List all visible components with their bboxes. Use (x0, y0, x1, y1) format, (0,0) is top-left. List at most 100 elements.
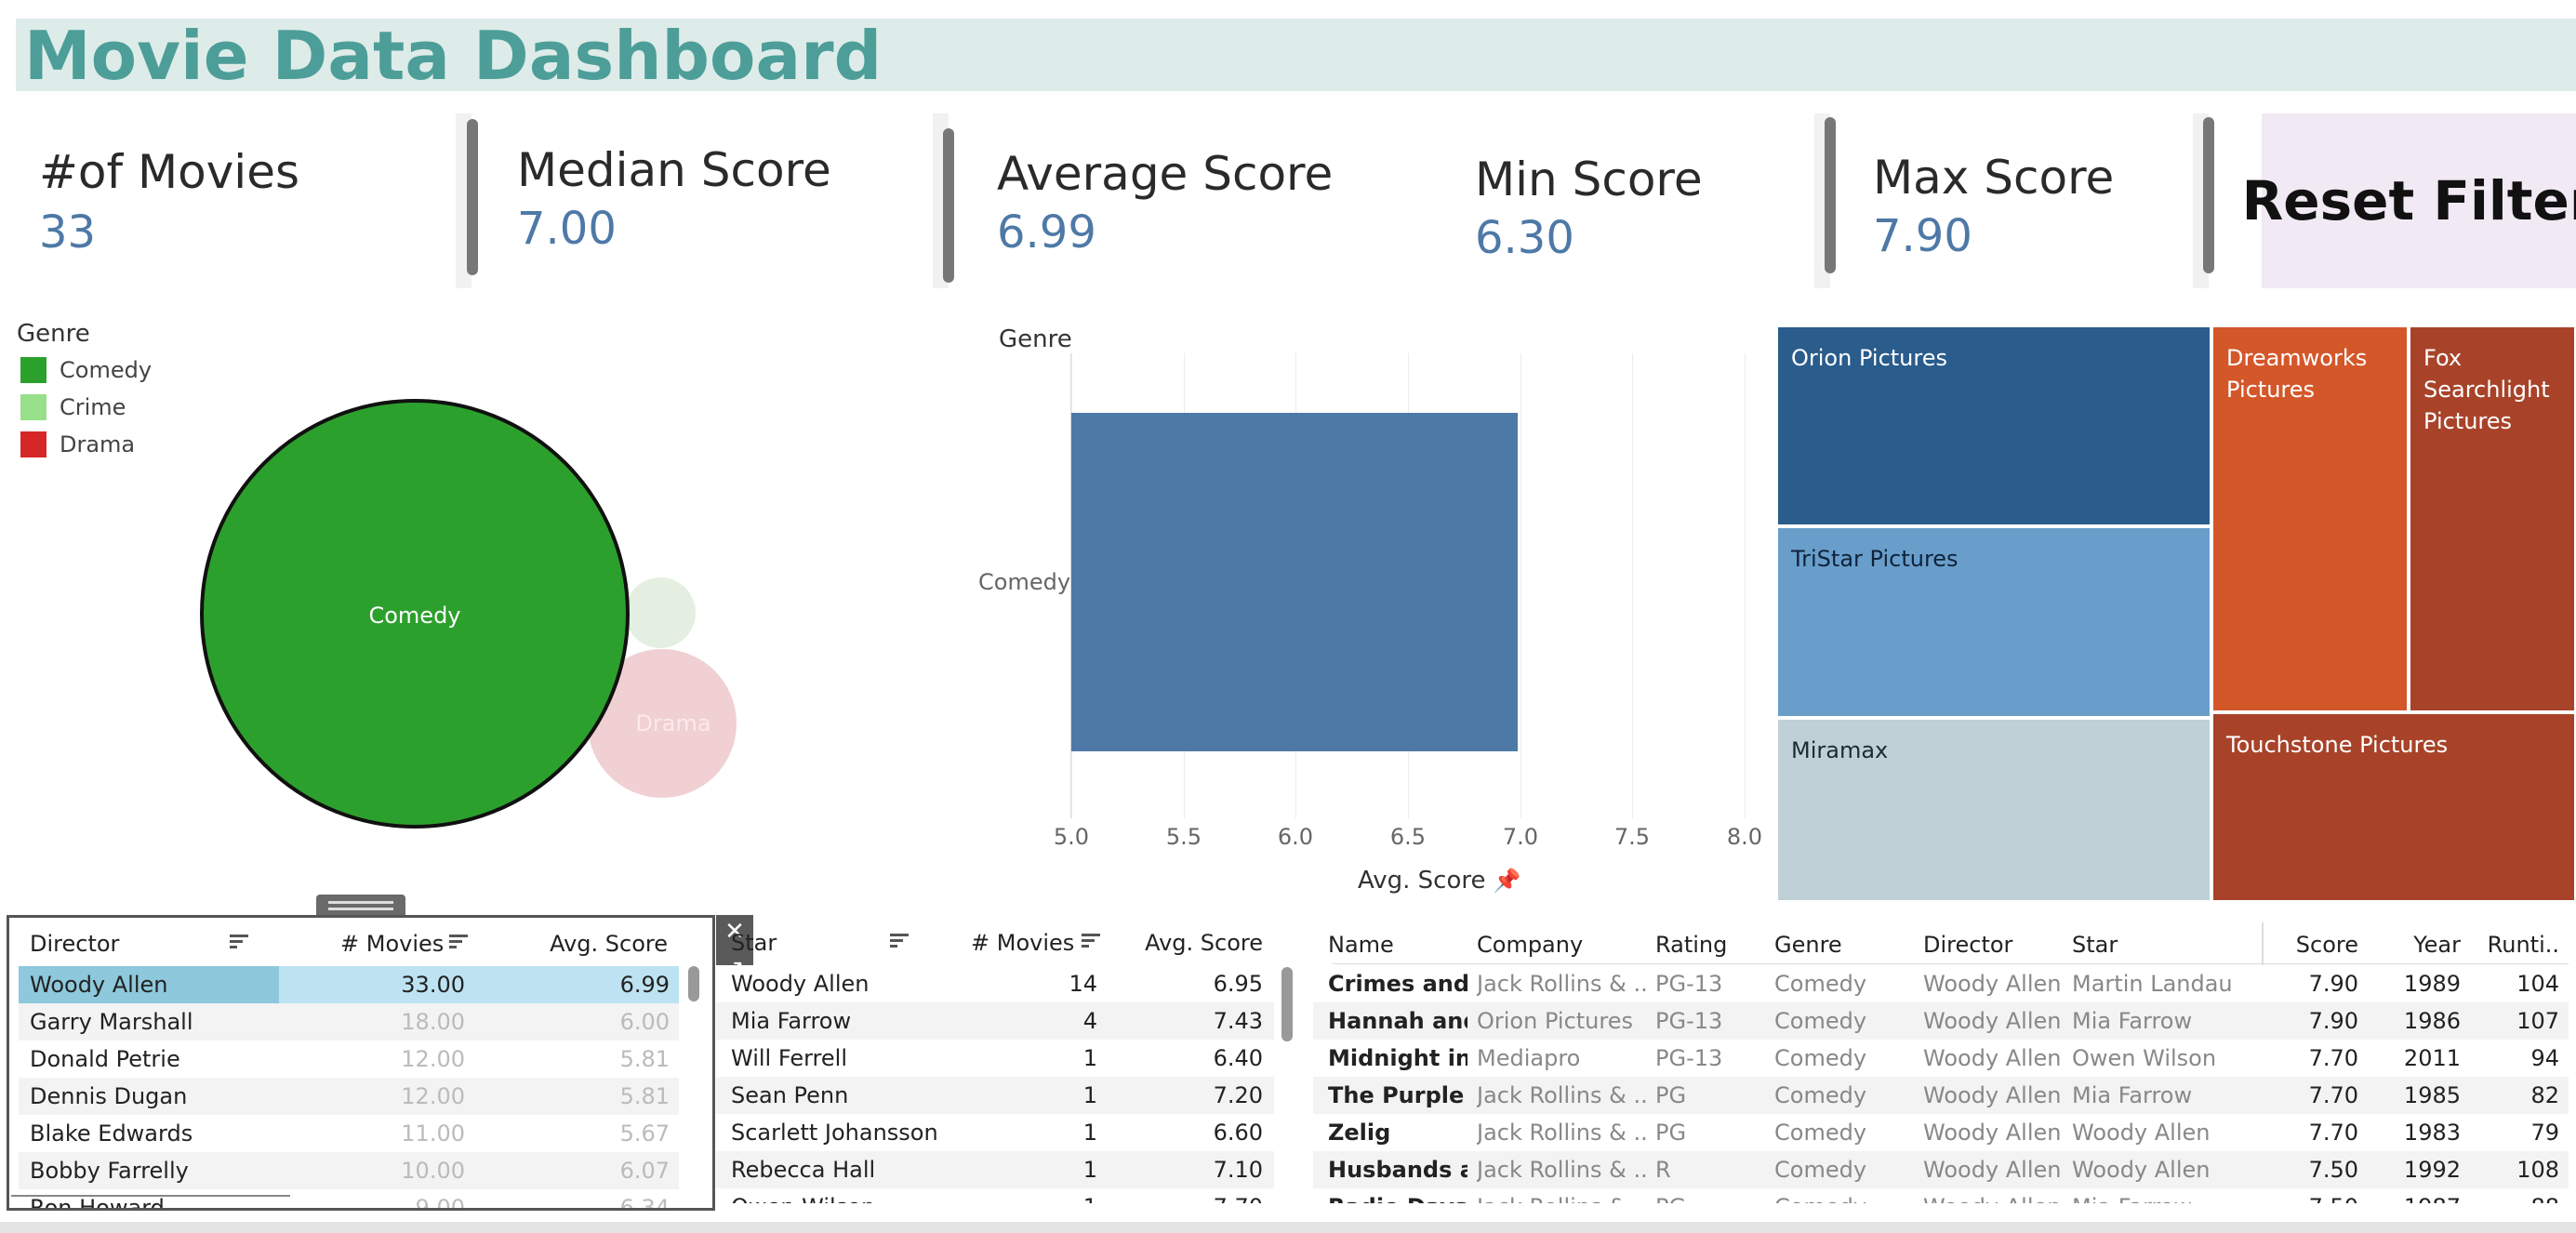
cell-name: Midnight in .. (1328, 1045, 1467, 1071)
cell-star: Mia Farrow (2072, 1082, 2193, 1108)
col-header-score[interactable]: Score (2271, 930, 2358, 960)
col-header-runtime[interactable]: Runti.. (2466, 930, 2559, 960)
col-header-label: Avg. Score (550, 931, 668, 957)
sort-icon[interactable] (229, 933, 251, 955)
legend-item-crime[interactable]: Crime (20, 394, 126, 420)
table-row[interactable]: Husbands a.. Jack Rollins & .. R Comedy Wood… (1313, 1151, 2569, 1188)
col-header-year[interactable]: Year (2364, 930, 2461, 960)
sort-icon[interactable] (448, 933, 471, 955)
treemap-cell-miramax[interactable]: Miramax (1776, 718, 2211, 902)
cell-rating: PG-13 (1655, 1045, 1723, 1071)
treemap-cell-orion[interactable]: Orion Pictures (1776, 325, 2211, 526)
col-header-movies[interactable]: # Movies (340, 931, 444, 957)
reset-filter-button[interactable]: Reset Filter (2242, 113, 2576, 288)
table-row[interactable]: Dennis Dugan 12.00 5.81 (19, 1078, 679, 1115)
cell-avg-score: 6.95 (1213, 971, 1263, 997)
table-row[interactable]: Crimes and .. Jack Rollins & .. PG-13 Comed… (1313, 965, 2569, 1002)
kpi-resize-handle[interactable] (943, 128, 954, 283)
table-row[interactable]: Zelig Jack Rollins & .. PG Comedy Woody Alle… (1313, 1114, 2569, 1151)
kpi-resize-handle[interactable] (467, 119, 478, 275)
table-row[interactable]: Rebecca Hall 1 7.10 (716, 1151, 1274, 1188)
cell-star: Will Ferrell (731, 1045, 847, 1071)
kpi-average-label: Average Score (997, 147, 1334, 201)
kpi-resize-handle[interactable] (2203, 117, 2214, 273)
col-header-avg-score[interactable]: Avg. Score (549, 931, 668, 957)
cell-score: 7.70 (2308, 1120, 2358, 1146)
cell-director: Woody Allen (1923, 1045, 2062, 1071)
table-row[interactable]: Garry Marshall 18.00 6.00 (19, 1003, 679, 1041)
kpi-median-label: Median Score (517, 143, 831, 197)
table-row[interactable]: Bobby Farrelly 10.00 6.07 (19, 1152, 679, 1189)
kpi-resize-handle[interactable] (1825, 117, 1836, 273)
page-title: Movie Data Dashboard (24, 17, 883, 95)
h-scrollbar[interactable] (11, 1195, 290, 1197)
cell-avg-score: 6.34 (619, 1195, 670, 1211)
company-treemap: Orion Pictures TriStar Pictures Miramax … (1776, 325, 2576, 902)
col-header-avg-score[interactable]: Avg. Score (1144, 930, 1263, 956)
col-header-director[interactable]: Director (30, 931, 119, 957)
col-header-rating[interactable]: Rating (1655, 930, 1767, 960)
cell-name: Radio Days (1328, 1188, 1467, 1203)
cell-movies: 1 (1082, 1157, 1097, 1183)
cell-movies: 4 (1082, 1008, 1097, 1034)
gridline (1632, 353, 1633, 818)
treemap-cell-tristar[interactable]: TriStar Pictures (1776, 526, 2211, 718)
cell-star: Woody Allen (731, 971, 870, 997)
treemap-cell-touchstone[interactable]: Touchstone Pictures (2211, 712, 2576, 902)
table-row[interactable]: The Purple .. Jack Rollins & .. PG Comedy Wo… (1313, 1077, 2569, 1114)
table-row[interactable]: Donald Petrie 12.00 5.81 (19, 1041, 679, 1078)
table-row[interactable]: Scarlett Johansson 1 6.60 (716, 1114, 1274, 1151)
table-row[interactable]: Radio Days Jack Rollins & .. PG Comedy Woody… (1313, 1188, 2569, 1203)
cell-genre: Comedy (1774, 1120, 1867, 1146)
treemap-cell-dreamworks[interactable]: Dreamworks Pictures (2211, 325, 2409, 712)
cell-company: Jack Rollins & .. (1477, 1120, 1648, 1146)
table-row[interactable]: Woody Allen 14 6.95 (716, 965, 1274, 1002)
col-header-director[interactable]: Director (1923, 930, 2063, 960)
table-row[interactable]: Mia Farrow 4 7.43 (716, 1002, 1274, 1040)
kpi-movies-value: 33 (39, 206, 97, 259)
table-row[interactable]: Blake Edwards 11.00 5.67 (19, 1115, 679, 1152)
bubble-comedy-label: Comedy (368, 603, 460, 629)
tab-strip (0, 1222, 2576, 1233)
sort-icon[interactable] (889, 932, 911, 954)
cell-genre: Comedy (1774, 1045, 1867, 1071)
legend-item-drama[interactable]: Drama (20, 431, 135, 457)
col-header-star[interactable]: Star (2072, 930, 2258, 960)
col-header-name[interactable]: Name (1328, 930, 1467, 960)
cell-star: Woody Allen (2072, 1157, 2211, 1183)
bar-comedy[interactable] (1071, 413, 1518, 751)
col-header-label: # Movies (971, 930, 1075, 956)
x-axis-title: Avg. Score 📌 (1358, 867, 1521, 895)
table-row[interactable]: Owen Wilson1 7.70 (716, 1188, 1274, 1203)
table-row[interactable]: Sean Penn 1 7.20 (716, 1077, 1274, 1114)
col-header-star[interactable]: Star (731, 930, 777, 956)
cell-movies: 10.00 (401, 1158, 465, 1184)
sort-icon[interactable] (1081, 932, 1103, 954)
scrollbar-thumb[interactable] (688, 966, 699, 1001)
col-header-company[interactable]: Company (1477, 930, 1650, 960)
cell-rating: PG (1655, 1082, 1687, 1108)
scrollbar-thumb[interactable] (1281, 967, 1293, 1041)
drag-handle[interactable] (316, 895, 405, 915)
cell-movies: 11.00 (401, 1120, 465, 1147)
table-row[interactable]: Midnight in .. Mediapro PG-13 Comedy Woody A… (1313, 1040, 2569, 1077)
table-row[interactable]: Woody Allen 33.00 6.99 (19, 966, 679, 1003)
table-row[interactable]: Hannah and.. Orion Pictures PG-13 Comedy Woo… (1313, 1002, 2569, 1040)
col-header-movies[interactable]: # Movies (971, 930, 1074, 956)
cell-avg-score: 7.10 (1213, 1157, 1263, 1183)
bubble-crime[interactable] (625, 577, 696, 648)
table-row[interactable]: Will Ferrell 1 6.40 (716, 1040, 1274, 1077)
col-header-genre[interactable]: Genre (1774, 930, 1914, 960)
cell-avg-score: 5.81 (619, 1046, 670, 1072)
col-header-label: Director (30, 931, 120, 957)
cell-star: Martin Landau (2072, 971, 2233, 997)
pin-icon[interactable]: 📌 (1494, 868, 1521, 894)
cell-genre: Comedy (1774, 1008, 1867, 1034)
cell-company: Jack Rollins & .. (1477, 1082, 1648, 1108)
treemap-cell-fox-searchlight[interactable]: Fox Searchlight Pictures (2409, 325, 2576, 712)
legend-item-comedy[interactable]: Comedy (20, 357, 152, 383)
cell-name: The Purple .. (1328, 1082, 1467, 1108)
table-row[interactable]: Ron Howard 9.00 6.34 (19, 1189, 679, 1211)
col-header-label: Avg. Score (1145, 930, 1263, 956)
cell-star: Sean Penn (731, 1082, 849, 1108)
